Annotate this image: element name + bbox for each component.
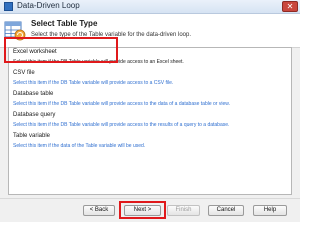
list-item-csv-file[interactable]: CSV file Select this item if the DB Tabl… (9, 69, 291, 90)
list-item-table-variable[interactable]: Table variable Select this item if the d… (9, 132, 291, 153)
list-item-database-table[interactable]: Database table Select this item if the D… (9, 90, 291, 111)
item-name: CSV file (13, 70, 35, 76)
list-item-database-query[interactable]: Database query Select this item if the D… (9, 111, 291, 132)
item-description: Select this item if the DB Table variabl… (13, 101, 230, 107)
table-type-list[interactable]: Excel worksheet Select this item if the … (8, 47, 292, 195)
next-button-highlight (119, 201, 166, 219)
help-button[interactable]: Help (253, 205, 287, 216)
item-description: Select this item if the DB Table variabl… (13, 122, 230, 128)
close-button[interactable]: ✕ (282, 1, 298, 12)
item-name: Database table (13, 91, 54, 97)
item-name: Table variable (13, 133, 51, 139)
item-name: Database query (13, 112, 56, 118)
window-title: Data-Driven Loop (17, 1, 80, 10)
app-icon (4, 2, 13, 11)
cancel-button[interactable]: Cancel (208, 205, 244, 216)
title-bar: Data-Driven Loop ✕ (0, 0, 300, 14)
excel-worksheet-highlight (4, 37, 118, 63)
footer-divider (0, 198, 300, 199)
back-button[interactable]: < Back (83, 205, 115, 216)
finish-button[interactable]: Finish (167, 205, 200, 216)
item-description: Select this item if the DB Table variabl… (13, 80, 174, 86)
page-title: Select Table Type (31, 19, 98, 28)
data-driven-loop-dialog: Data-Driven Loop ✕ Select Table Type Sel… (0, 0, 300, 222)
item-description: Select this item if the data of the Tabl… (13, 143, 146, 149)
